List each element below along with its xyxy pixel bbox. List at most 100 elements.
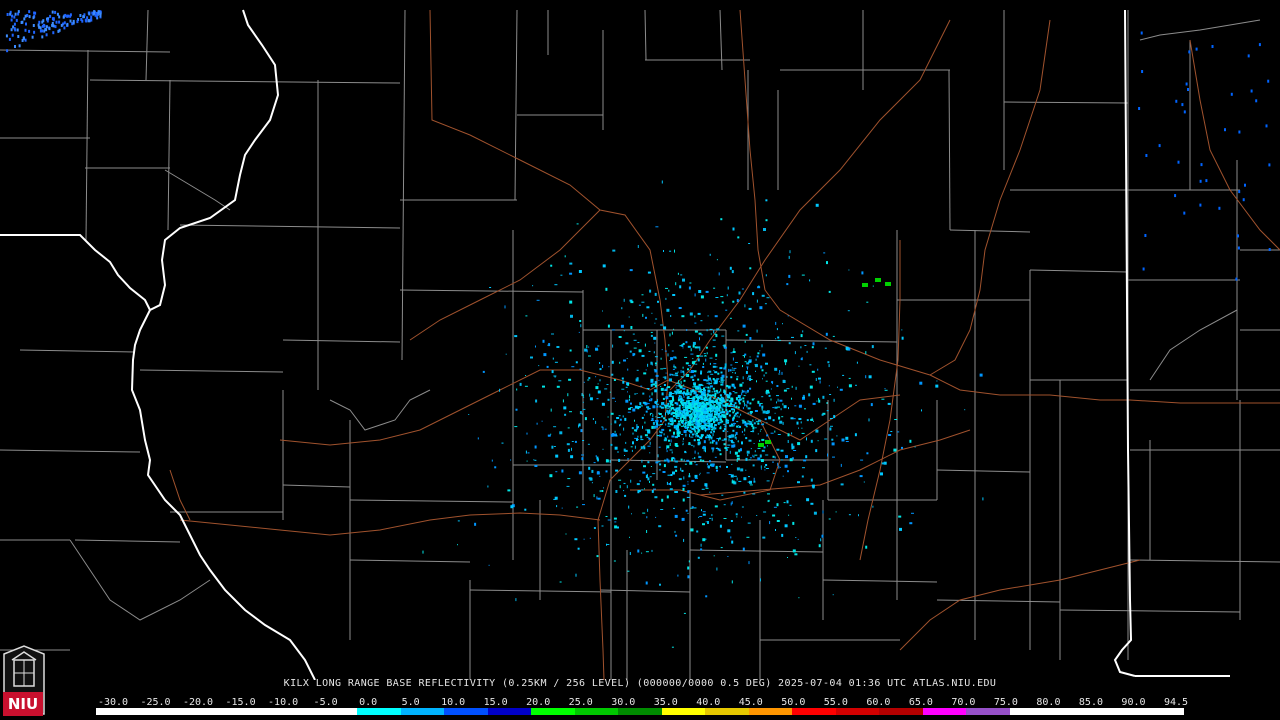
echo-pixel <box>763 374 765 377</box>
echo-pixel <box>702 392 705 395</box>
echo-pixel <box>828 518 831 520</box>
county-line <box>599 589 691 593</box>
echo-pixel <box>810 478 813 482</box>
echo-pixel <box>567 448 570 452</box>
echo-pixel <box>578 471 582 475</box>
echo-pixel <box>623 330 625 332</box>
echo-pixel <box>653 488 656 490</box>
echo-pixel <box>632 441 634 445</box>
echo-pixel <box>669 391 672 394</box>
echo-pixel <box>733 423 736 425</box>
echo-pixel <box>677 399 680 402</box>
echo-pixel <box>642 471 646 474</box>
echo-pixel <box>687 490 690 494</box>
echo-pixel <box>911 512 914 514</box>
echo-pixel <box>686 397 689 400</box>
echo-pixel <box>666 409 669 413</box>
echo-pixel <box>728 438 730 442</box>
echo-pixel <box>695 402 698 405</box>
echo-pixel <box>713 287 716 289</box>
echo-pixel <box>504 305 506 309</box>
echo-pixel <box>554 284 558 286</box>
echo-pixel <box>785 455 788 459</box>
highway-line <box>929 374 1280 404</box>
echo-pixel <box>1242 198 1245 202</box>
colorbar-segment <box>922 708 967 715</box>
echo-pixel <box>683 538 685 542</box>
echo-pixel <box>707 315 709 317</box>
echo-pixel <box>754 454 758 456</box>
echo-pixel <box>41 35 44 39</box>
echo-pixel <box>561 469 564 473</box>
scale-label: 70.0 <box>951 697 976 708</box>
echo-pixel <box>787 557 788 558</box>
radar-map[interactable] <box>0 0 1280 680</box>
echo-pixel <box>641 489 644 491</box>
county-line <box>1029 269 1129 273</box>
echo-pixel <box>576 506 579 508</box>
echo-pixel <box>675 534 678 537</box>
echo-pixel <box>661 349 663 351</box>
echo-pixel <box>704 411 707 414</box>
echo-pixel <box>597 390 601 394</box>
echo-pixel <box>1235 277 1238 281</box>
echo-pixel <box>674 367 677 369</box>
echo-pixel <box>689 410 692 413</box>
echo-pixel <box>715 359 717 360</box>
echo-pixel <box>791 446 794 450</box>
scale-label: 75.0 <box>993 697 1018 708</box>
echo-pixel <box>688 475 691 478</box>
echo-pixel <box>781 371 783 375</box>
echo-pixel <box>688 416 691 419</box>
echo-pixel <box>704 483 708 487</box>
echo-pixel <box>635 430 637 432</box>
echo-pixel <box>633 347 637 349</box>
echo-pixel <box>1144 234 1147 237</box>
echo-pixel <box>574 440 577 443</box>
echo-pixel <box>690 444 693 446</box>
echo-pixel <box>901 446 903 449</box>
echo-pixel <box>678 423 681 426</box>
echo-pixel <box>1199 203 1202 207</box>
echo-pixel <box>640 405 643 407</box>
echo-pixel <box>760 365 763 369</box>
echo-pixel <box>728 410 731 413</box>
echo-pixel <box>596 398 599 400</box>
echo-pixel <box>703 448 705 452</box>
echo-pixel <box>732 411 735 414</box>
echo-pixel <box>779 399 783 402</box>
echo-pixel <box>617 526 619 529</box>
echo-pixel <box>688 406 691 409</box>
echo-pixel <box>646 473 648 476</box>
echo-pixel <box>707 420 710 423</box>
echo-pixel <box>654 292 657 296</box>
echo-pixel <box>832 594 834 596</box>
echo-pixel <box>658 525 662 528</box>
echo-pixel <box>558 380 562 382</box>
echo-pixel <box>703 420 706 422</box>
echo-pixel <box>596 471 600 475</box>
echo-pixel <box>659 463 662 466</box>
echo-pixel <box>651 418 654 421</box>
echo-pixel <box>732 429 735 432</box>
echo-pixel <box>614 525 618 529</box>
echo-pixel <box>627 382 630 386</box>
county-line <box>85 49 89 241</box>
echo-pixel <box>661 428 665 431</box>
colorbar-segment <box>792 708 836 715</box>
echo-pixel <box>1185 82 1188 86</box>
echo-pixel <box>611 397 615 399</box>
echo-pixel <box>768 416 772 420</box>
echo-pixel <box>661 415 664 418</box>
echo-pixel <box>705 346 708 349</box>
echo-pixel <box>671 331 673 335</box>
echo-pixel <box>809 385 813 389</box>
echo-pixel <box>761 369 764 372</box>
echo-pixel <box>654 322 656 324</box>
echo-pixel <box>697 396 699 399</box>
echo-pixel <box>756 380 757 383</box>
echo-pixel <box>1258 43 1261 47</box>
highway-line <box>699 429 971 496</box>
echo-pixel <box>798 365 800 367</box>
highway-line <box>764 289 931 376</box>
